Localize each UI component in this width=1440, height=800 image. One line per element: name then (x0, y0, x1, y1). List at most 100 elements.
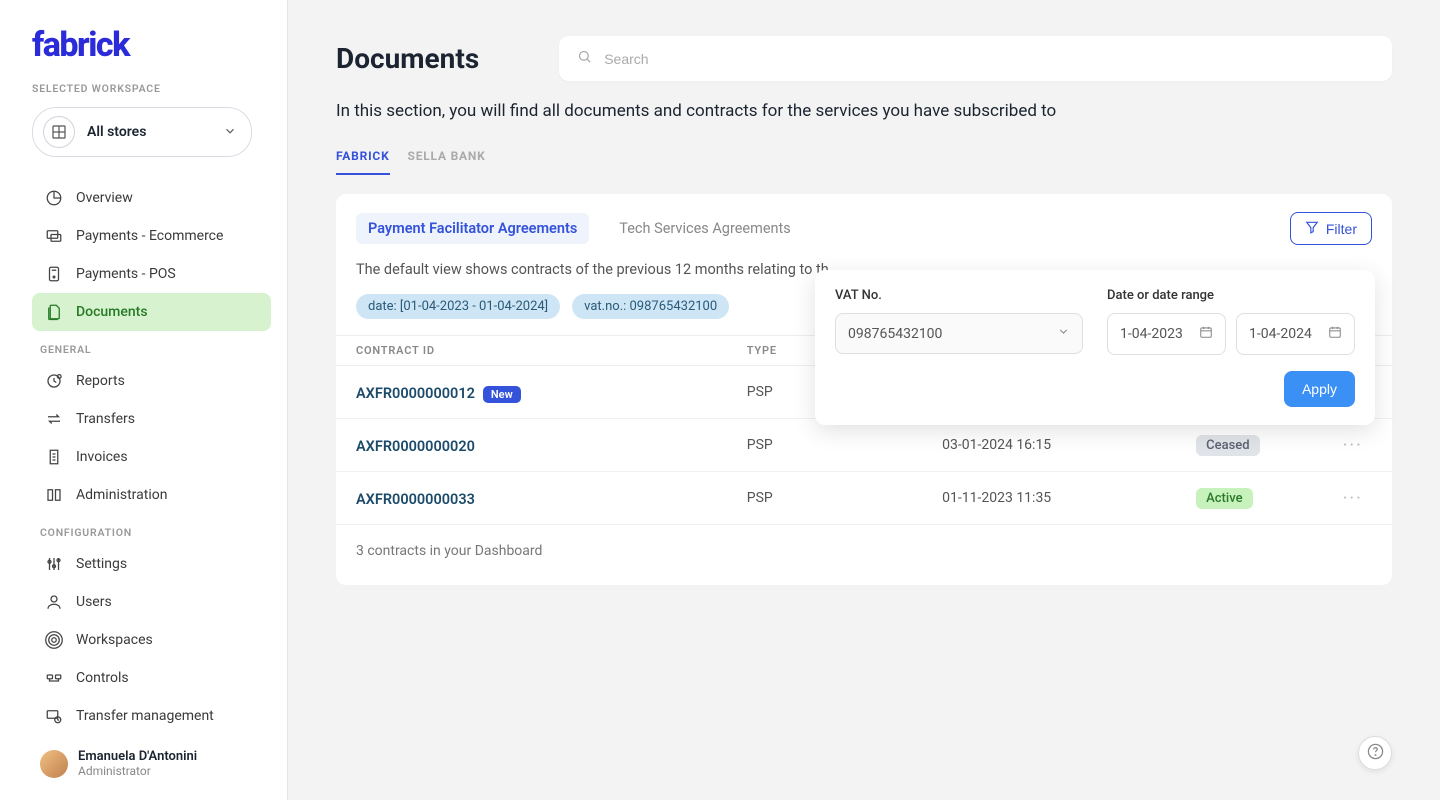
report-icon (44, 371, 64, 391)
footer-count: 3 contracts in your Dashboard (336, 525, 1392, 563)
nav-label: Documents (76, 304, 148, 320)
users-icon (44, 592, 64, 612)
user-role: Administrator (78, 764, 197, 778)
table-row: AXFR0000000033 PSP 01-11-2023 11:35 Acti… (336, 472, 1392, 525)
brand-logo: fabrick (32, 28, 271, 62)
nav-general: Reports Transfers Invoices Administration (32, 362, 271, 514)
sidebar-item-transfers[interactable]: Transfers (32, 400, 271, 438)
tab-fabrick[interactable]: FABRICK (336, 149, 390, 175)
nav-label: Payments - Ecommerce (76, 228, 223, 244)
search-input[interactable] (604, 51, 1374, 67)
nav-heading-general: GENERAL (32, 335, 271, 362)
sidebar-item-transfer-management[interactable]: Transfer management (32, 697, 271, 735)
nav-label: Administration (76, 487, 167, 503)
workspace-selector[interactable]: All stores (32, 107, 252, 157)
filter-label: Filter (1326, 221, 1357, 237)
nav-label: Reports (76, 373, 125, 389)
date-label: Date or date range (1107, 288, 1355, 303)
row-actions-button[interactable]: ··· (1343, 435, 1372, 456)
nav-label: Settings (76, 556, 127, 572)
workspaces-icon (44, 630, 64, 650)
nav-heading-config: CONFIGURATION (32, 518, 271, 545)
user-name: Emanuela D'Antonini (78, 749, 197, 764)
cell-type: PSP (747, 437, 942, 453)
sidebar-item-invoices[interactable]: Invoices (32, 438, 271, 476)
status-badge: Ceased (1196, 435, 1259, 456)
nav-label: Users (76, 594, 112, 610)
chevron-down-icon (1057, 325, 1070, 342)
table-row: AXFR0000000020 PSP 03-01-2024 16:15 Ceas… (336, 419, 1392, 472)
nav-label: Invoices (76, 449, 128, 465)
subtab-tech-services-agreements[interactable]: Tech Services Agreements (607, 213, 802, 244)
calendar-icon (1199, 325, 1213, 343)
vat-select[interactable]: 098765432100 (835, 313, 1083, 354)
apply-button[interactable]: Apply (1284, 371, 1355, 407)
doc-icon (44, 302, 64, 322)
nav-main: Overview Payments - Ecommerce Payments - P… (32, 179, 271, 331)
user-area[interactable]: Emanuela D'Antonini Administrator (32, 743, 271, 784)
subtab-payment-facilitator-agreements[interactable]: Payment Facilitator Agreements (356, 213, 589, 244)
sidebar-item-reports[interactable]: Reports (32, 362, 271, 400)
nav-label: Transfer management (76, 708, 214, 724)
nav-label: Workspaces (76, 632, 153, 648)
date-to-value: 1-04-2024 (1249, 326, 1312, 342)
filter-chip[interactable]: vat.no.: 098765432100 (572, 294, 729, 319)
pie-icon (44, 188, 64, 208)
nav-label: Transfers (76, 411, 135, 427)
controls-icon (44, 668, 64, 688)
row-actions-button[interactable]: ··· (1343, 488, 1372, 509)
nav-config: Settings Users Workspaces Controls Transfer … (32, 545, 271, 735)
help-icon (1367, 743, 1384, 764)
date-from-input[interactable]: 1-04-2023 (1107, 313, 1226, 355)
cell-date: 03-01-2024 16:15 (942, 437, 1196, 453)
workspace-heading: SELECTED WORKSPACE (32, 82, 271, 95)
filter-panel: VAT No. 098765432100 Date or date range … (815, 270, 1375, 425)
settings-icon (44, 554, 64, 574)
page-title: Documents (336, 42, 479, 75)
grid-icon (43, 116, 75, 148)
avatar (40, 750, 68, 778)
sidebar-item-payments-ecommerce[interactable]: Payments - Ecommerce (32, 217, 271, 255)
ecom-icon (44, 226, 64, 246)
workspace-value: All stores (87, 124, 211, 140)
status-badge: Active (1196, 488, 1252, 509)
sidebar-item-administration[interactable]: Administration (32, 476, 271, 514)
sidebar: fabrick SELECTED WORKSPACE All stores Ov… (0, 0, 288, 800)
sidebar-item-settings[interactable]: Settings (32, 545, 271, 583)
vat-label: VAT No. (835, 288, 1083, 303)
sidebar-item-users[interactable]: Users (32, 583, 271, 621)
invoice-icon (44, 447, 64, 467)
admin-icon (44, 485, 64, 505)
tabs-top: FABRICK SELLA BANK (336, 149, 1392, 176)
tab-sella-bank[interactable]: SELLA BANK (408, 149, 486, 175)
sidebar-item-documents[interactable]: Documents (32, 293, 271, 331)
col-contract-id: CONTRACT ID (356, 344, 747, 357)
help-button[interactable] (1358, 736, 1392, 770)
contract-id-link[interactable]: AXFR0000000012 (356, 385, 475, 402)
sidebar-item-controls[interactable]: Controls (32, 659, 271, 697)
cell-date: 01-11-2023 11:35 (942, 490, 1196, 506)
nav-label: Payments - POS (76, 266, 176, 282)
contract-id-link[interactable]: AXFR0000000020 (356, 438, 475, 455)
pos-icon (44, 264, 64, 284)
sidebar-item-overview[interactable]: Overview (32, 179, 271, 217)
transfer-icon (44, 409, 64, 429)
chevron-down-icon (223, 123, 237, 142)
filter-chip[interactable]: date: [01-04-2023 - 01-04-2024] (356, 294, 560, 319)
sidebar-item-payments-pos[interactable]: Payments - POS (32, 255, 271, 293)
contract-id-link[interactable]: AXFR0000000033 (356, 491, 475, 508)
filter-icon (1305, 220, 1319, 237)
nav-label: Controls (76, 670, 129, 686)
nav-label: Overview (76, 190, 133, 206)
date-from-value: 1-04-2023 (1120, 326, 1183, 342)
intro-text: In this section, you will find all docum… (336, 101, 1392, 121)
vat-value: 098765432100 (848, 326, 942, 342)
badge-new: New (483, 386, 521, 403)
cell-type: PSP (747, 490, 942, 506)
calendar-icon (1328, 325, 1342, 343)
search-box[interactable] (559, 36, 1392, 81)
date-to-input[interactable]: 1-04-2024 (1236, 313, 1355, 355)
sidebar-item-workspaces[interactable]: Workspaces (32, 621, 271, 659)
filter-button[interactable]: Filter (1290, 212, 1372, 245)
search-icon (577, 49, 592, 68)
